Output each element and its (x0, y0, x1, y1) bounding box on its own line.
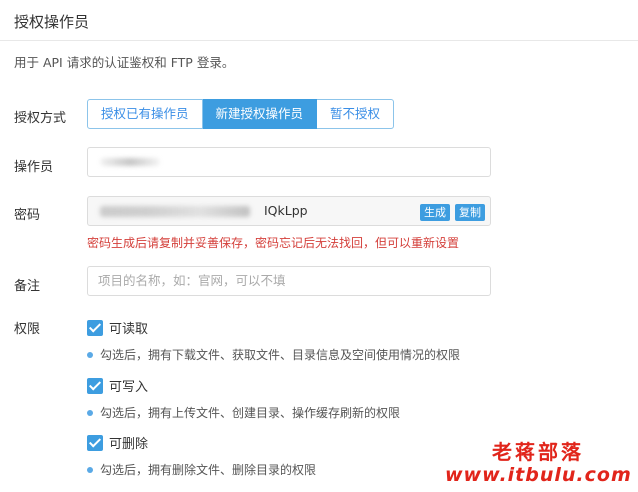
password-warning: 密码生成后请复制并妥善保存，密码忘记后无法找回，但可以重新设置 (87, 236, 460, 250)
auth-option-existing[interactable]: 授权已有操作员 (87, 99, 203, 129)
operator-label: 操作员 (14, 160, 54, 175)
permission-read-label: 可读取 (109, 322, 149, 337)
password-label: 密码 (14, 208, 41, 223)
permission-read-checkbox[interactable]: 可读取 (87, 318, 148, 337)
copy-button[interactable]: 复制 (455, 204, 485, 221)
bullet-icon (87, 409, 93, 416)
password-visible-text: IQkLpp (264, 203, 308, 218)
auth-method-label: 授权方式 (14, 111, 67, 126)
permission-delete-hint-text: 勾选后，拥有删除文件、删除目录的权限 (100, 463, 317, 477)
permission-write-checkbox[interactable]: 可写入 (87, 376, 148, 395)
bullet-icon (87, 466, 93, 473)
watermark-title: 老蒋部落 (492, 440, 584, 464)
page-description: 用于 API 请求的认证鉴权和 FTP 登录。 (14, 55, 235, 70)
checkbox-checked-icon[interactable] (87, 434, 103, 451)
operator-value-redacted (100, 158, 160, 166)
checkbox-checked-icon[interactable] (87, 377, 103, 394)
auth-option-none[interactable]: 暂不授权 (317, 99, 395, 129)
permission-read-hint-text: 勾选后，拥有下载文件、获取文件、目录信息及空间使用情况的权限 (100, 348, 461, 362)
title-divider (0, 40, 638, 41)
permission-delete-label: 可删除 (109, 437, 149, 452)
auth-method-segmented-control: 授权已有操作员 新建授权操作员 暂不授权 (87, 99, 395, 129)
permission-delete-checkbox[interactable]: 可删除 (87, 433, 148, 452)
password-value-redacted (100, 206, 250, 217)
bullet-icon (87, 351, 93, 358)
generate-button[interactable]: 生成 (420, 204, 450, 221)
permission-read-hint: 勾选后，拥有下载文件、获取文件、目录信息及空间使用情况的权限 (87, 346, 460, 363)
watermark-url: www.itbulu.com (445, 464, 632, 486)
permissions-label: 权限 (14, 322, 41, 337)
permission-write-label: 可写入 (109, 380, 149, 395)
page-title: 授权操作员 (14, 13, 90, 31)
permission-write-hint: 勾选后，拥有上传文件、创建目录、操作缓存刷新的权限 (87, 404, 400, 421)
remark-input[interactable]: 项目的名称，如：官网，可以不填 (87, 266, 491, 296)
password-input[interactable]: IQkLpp 生成 复制 (87, 196, 491, 226)
permission-write-hint-text: 勾选后，拥有上传文件、创建目录、操作缓存刷新的权限 (100, 406, 401, 420)
operator-input[interactable] (87, 147, 491, 177)
auth-option-new[interactable]: 新建授权操作员 (202, 99, 318, 129)
remark-placeholder: 项目的名称，如：官网，可以不填 (98, 273, 286, 288)
permission-delete-hint: 勾选后，拥有删除文件、删除目录的权限 (87, 461, 316, 478)
checkbox-checked-icon[interactable] (87, 319, 103, 336)
remark-label: 备注 (14, 279, 41, 294)
